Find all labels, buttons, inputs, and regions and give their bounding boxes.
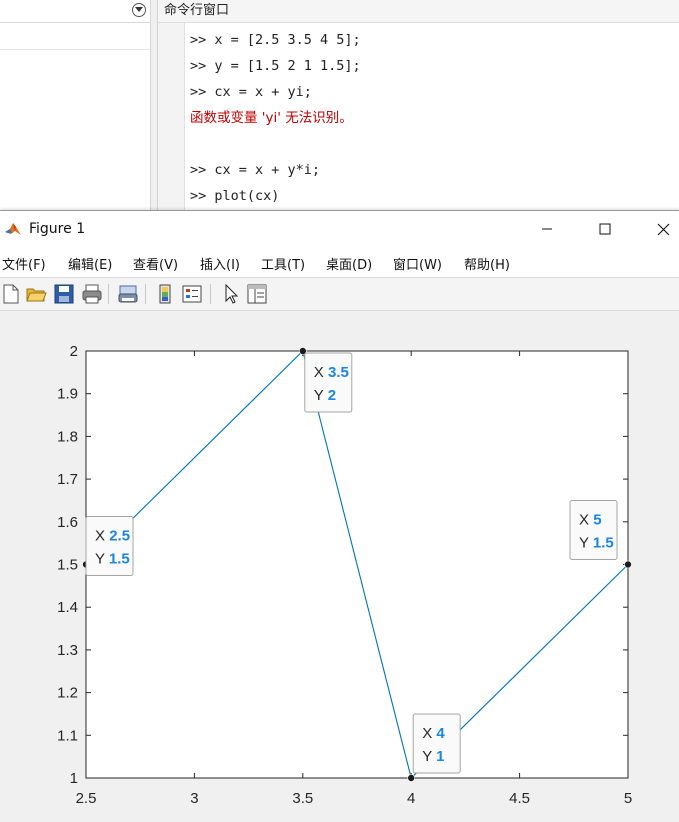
- datatip-row: Y 2: [314, 387, 336, 404]
- plot-area[interactable]: 2.5 3 3.5 4 4.5 5 1 1.1 1.2 1.3 1.4 1.5 1.6 1.7 1.8 1.9…: [0, 310, 679, 822]
- maximize-icon: [599, 223, 611, 235]
- y-tick-label: 1.9: [57, 386, 78, 403]
- property-inspector-icon[interactable]: [246, 283, 268, 305]
- close-icon: [657, 223, 670, 236]
- figure-title: Figure 1: [29, 221, 86, 237]
- pointer-icon[interactable]: [220, 283, 242, 305]
- command-history: >> x = [2.5 3.5 4 5]; >> y = [1.5 2 1 1.5…: [190, 27, 361, 209]
- x-tick-label: 2.5: [76, 790, 97, 807]
- datatip-value: 1.5: [109, 551, 130, 568]
- legend-icon[interactable]: [181, 283, 203, 305]
- datatip-value: 1: [436, 748, 444, 765]
- y-tick-label: 1.6: [57, 514, 78, 531]
- datatip-label: Y: [579, 535, 593, 552]
- menu-desktop[interactable]: 桌面(D): [326, 254, 372, 273]
- menu-bar: 文件(F) 编辑(E) 查看(V) 插入(I) 工具(T) 桌面(D) 窗口(W…: [0, 247, 679, 277]
- command-line: >> plot(cx): [190, 188, 280, 204]
- panel-splitter[interactable]: [150, 0, 158, 212]
- command-window[interactable]: 命令行窗口 >> x = [2.5 3.5 4 5]; >> y = [1.5 2…: [158, 0, 679, 212]
- menu-help[interactable]: 帮助(H): [464, 254, 510, 273]
- datatip-row: Y 1: [422, 748, 444, 765]
- workspace-panel-header: [0, 0, 150, 23]
- datatip-marker[interactable]: [624, 560, 632, 569]
- x-tick-label: 5: [624, 790, 632, 807]
- menu-tools[interactable]: 工具(T): [261, 254, 305, 273]
- datatip-label: X: [95, 528, 109, 545]
- datatip-label: X: [314, 364, 328, 381]
- maximize-button[interactable]: [582, 211, 628, 247]
- datatip[interactable]: X 5Y 1.5: [569, 500, 618, 560]
- datatip-value: 2: [328, 387, 336, 404]
- datatip-value: 2.5: [109, 528, 130, 545]
- y-tick-label: 1: [70, 770, 78, 787]
- command-line: >> cx = x + yi;: [190, 84, 312, 100]
- datatip-value: 5: [593, 512, 601, 529]
- datatip-label: Y: [314, 387, 328, 404]
- menu-window[interactable]: 窗口(W): [393, 254, 442, 273]
- command-window-title: 命令行窗口: [158, 0, 679, 23]
- datatip-row: X 3.5: [314, 364, 349, 381]
- y-tick-label: 1.8: [57, 428, 78, 445]
- figure-toolbar: [0, 277, 679, 311]
- datatip-value: 1.5: [593, 535, 614, 552]
- datatip-row: X 4: [422, 725, 445, 742]
- toolbar-separator: [145, 284, 146, 304]
- workspace-row: [0, 23, 150, 50]
- y-tick-label: 1.3: [57, 642, 78, 659]
- command-window-gutter: [158, 23, 185, 212]
- datatip[interactable]: X 2.5Y 1.5: [85, 516, 134, 576]
- figure-titlebar[interactable]: Figure 1: [0, 211, 679, 247]
- y-tick-label: 1.5: [57, 557, 78, 574]
- datatip-value: 4: [436, 725, 445, 742]
- x-tick-label: 3.5: [292, 790, 313, 807]
- x-tick-label: 3: [190, 790, 198, 807]
- datatip-label: X: [579, 512, 593, 529]
- colorbar-icon[interactable]: [154, 283, 176, 305]
- command-line: >> y = [1.5 2 1 1.5];: [190, 58, 361, 74]
- new-figure-icon[interactable]: [0, 283, 22, 305]
- figure-window[interactable]: Figure 1 文件(F) 编辑(E) 查看(V) 插入(I) 工具(T) 桌…: [0, 210, 679, 822]
- x-tick-label: 4.5: [509, 790, 530, 807]
- datatip-row: X 2.5: [95, 528, 130, 545]
- datatip-label: Y: [422, 748, 436, 765]
- datatip-marker[interactable]: [407, 774, 416, 782]
- datatip-row: X 5: [579, 512, 602, 529]
- y-tick-label: 1.4: [57, 599, 78, 616]
- line-chart[interactable]: 2.5 3 3.5 4 4.5 5 1 1.1 1.2 1.3 1.4 1.5 1.6 1.7 1.8 1.9…: [0, 310, 679, 822]
- command-line: >> x = [2.5 3.5 4 5];: [190, 32, 361, 48]
- minimize-button[interactable]: [524, 211, 570, 247]
- y-tick-label: 2: [70, 343, 78, 360]
- command-line: >> cx = x + y*i;: [190, 162, 321, 178]
- datatip-row: Y 1.5: [95, 551, 130, 568]
- menu-file[interactable]: 文件(F): [2, 254, 46, 273]
- matlab-logo-icon: [5, 223, 21, 235]
- datatip[interactable]: X 3.5Y 2: [304, 352, 353, 413]
- error-message: 函数或变量 'yi' 无法识别。: [190, 110, 353, 126]
- x-tick-label: 4: [407, 790, 415, 807]
- datatip-label: X: [422, 725, 436, 742]
- menu-view[interactable]: 查看(V): [133, 254, 178, 273]
- link-plot-icon[interactable]: [117, 283, 139, 305]
- y-tick-label: 1.7: [57, 471, 78, 488]
- toolbar-separator: [108, 284, 109, 304]
- y-tick-label: 1.1: [57, 727, 78, 744]
- minimize-icon: [542, 228, 552, 230]
- open-file-icon[interactable]: [25, 283, 47, 305]
- close-button[interactable]: [640, 211, 679, 247]
- datatip[interactable]: X 4Y 1: [412, 713, 461, 774]
- datatip-value: 3.5: [328, 364, 349, 381]
- workspace-panel: [0, 0, 150, 212]
- panel-actions-icon[interactable]: [132, 3, 146, 17]
- print-icon[interactable]: [81, 283, 103, 305]
- datatip-row: Y 1.5: [579, 535, 614, 552]
- toolbar-separator: [210, 284, 211, 304]
- menu-insert[interactable]: 插入(I): [200, 254, 240, 273]
- datatip-label: Y: [95, 551, 109, 568]
- y-tick-label: 1.2: [57, 685, 78, 702]
- save-icon[interactable]: [53, 283, 75, 305]
- menu-edit[interactable]: 编辑(E): [68, 254, 112, 273]
